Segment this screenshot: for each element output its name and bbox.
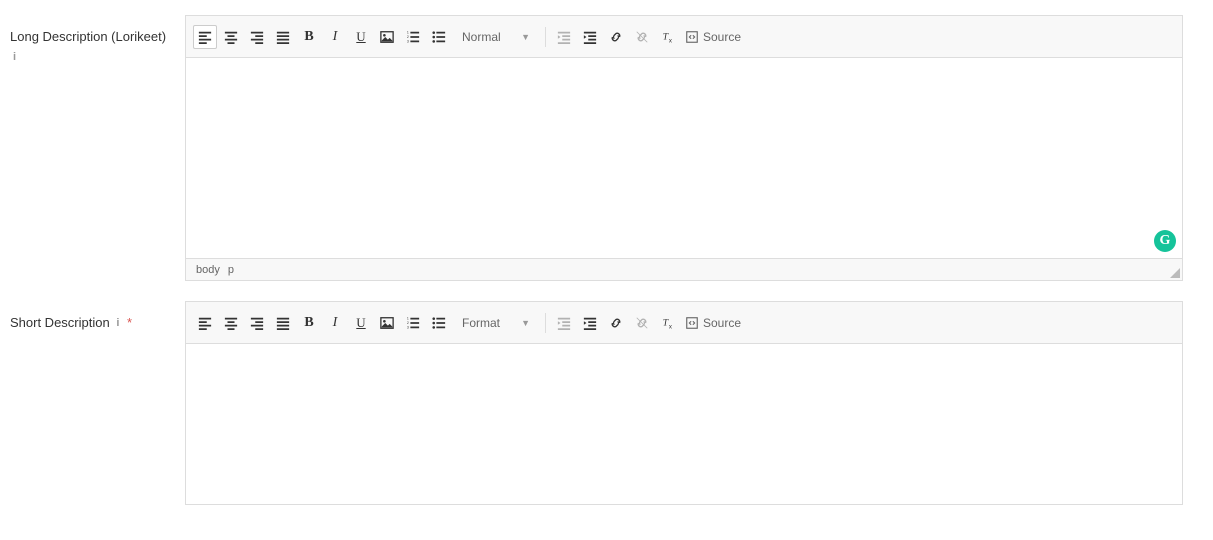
- indent-button[interactable]: [578, 311, 602, 335]
- numbered-list-button[interactable]: 123: [401, 311, 425, 335]
- editor-container: B I U 123 Format ▼ Tx Source: [185, 301, 1183, 505]
- align-justify-button[interactable]: [271, 311, 295, 335]
- source-label: Source: [703, 316, 741, 330]
- bullet-list-button[interactable]: [427, 25, 451, 49]
- remove-format-button[interactable]: Tx: [656, 311, 680, 335]
- chevron-down-icon: ▼: [521, 32, 530, 42]
- indent-button[interactable]: [578, 25, 602, 49]
- outdent-button[interactable]: [552, 25, 576, 49]
- element-path-bar: body p: [186, 258, 1182, 280]
- editor-box: B I U 123 Format ▼ Tx Source: [185, 301, 1183, 505]
- unlink-button[interactable]: [630, 25, 654, 49]
- align-justify-button[interactable]: [271, 25, 295, 49]
- italic-button[interactable]: I: [323, 25, 347, 49]
- underline-button[interactable]: U: [349, 311, 373, 335]
- bold-button[interactable]: B: [297, 25, 321, 49]
- format-label: Normal: [462, 30, 501, 44]
- bold-button[interactable]: B: [297, 311, 321, 335]
- toolbar-separator: [545, 27, 546, 47]
- editor-toolbar: B I U 123 Format ▼ Tx Source: [186, 302, 1182, 344]
- svg-text:T: T: [663, 31, 669, 42]
- field-label-wrap: Long Description (Lorikeet) i: [10, 15, 185, 281]
- image-button[interactable]: [375, 311, 399, 335]
- editor-toolbar: B I U 123 Normal ▼ Tx Source: [186, 16, 1182, 58]
- align-right-button[interactable]: [245, 25, 269, 49]
- source-icon: [685, 30, 699, 44]
- remove-format-button[interactable]: Tx: [656, 25, 680, 49]
- svg-text:x: x: [669, 323, 672, 330]
- format-label: Format: [462, 316, 500, 330]
- svg-text:2: 2: [407, 34, 409, 38]
- format-dropdown[interactable]: Format ▼: [456, 311, 536, 335]
- numbered-list-button[interactable]: 123: [401, 25, 425, 49]
- editor-box: B I U 123 Normal ▼ Tx Source: [185, 15, 1183, 281]
- svg-text:3: 3: [407, 39, 409, 43]
- link-button[interactable]: [604, 25, 628, 49]
- editor-content-area[interactable]: [186, 344, 1182, 504]
- align-right-button[interactable]: [245, 311, 269, 335]
- field-label: Long Description (Lorikeet): [10, 29, 166, 44]
- source-button[interactable]: Source: [681, 25, 745, 49]
- path-segment[interactable]: p: [228, 264, 234, 276]
- image-button[interactable]: [375, 25, 399, 49]
- format-dropdown[interactable]: Normal ▼: [456, 25, 536, 49]
- field-long-description: Long Description (Lorikeet) i B I U 123 …: [10, 15, 1203, 281]
- source-label: Source: [703, 30, 741, 44]
- align-center-button[interactable]: [219, 25, 243, 49]
- link-button[interactable]: [604, 311, 628, 335]
- align-left-button[interactable]: [193, 311, 217, 335]
- italic-button[interactable]: I: [323, 311, 347, 335]
- bullet-list-button[interactable]: [427, 311, 451, 335]
- svg-text:1: 1: [407, 316, 409, 320]
- chevron-down-icon: ▼: [521, 318, 530, 328]
- unlink-button[interactable]: [630, 311, 654, 335]
- editor-content-area[interactable]: G: [186, 58, 1182, 258]
- info-icon[interactable]: i: [116, 315, 119, 332]
- required-indicator: *: [127, 315, 132, 330]
- outdent-button[interactable]: [552, 311, 576, 335]
- svg-text:2: 2: [407, 320, 409, 324]
- svg-text:T: T: [663, 317, 669, 328]
- source-icon: [685, 316, 699, 330]
- resize-handle[interactable]: [1170, 268, 1180, 278]
- grammarly-icon[interactable]: G: [1154, 230, 1176, 252]
- svg-text:3: 3: [407, 325, 409, 329]
- info-icon[interactable]: i: [13, 49, 16, 66]
- toolbar-separator: [545, 313, 546, 333]
- field-label: Short Description: [10, 315, 110, 330]
- source-button[interactable]: Source: [681, 311, 745, 335]
- editor-container: B I U 123 Normal ▼ Tx Source: [185, 15, 1183, 281]
- field-short-description: Short Description i * B I U 123 Format ▼: [10, 301, 1203, 505]
- path-segment[interactable]: body: [196, 264, 220, 276]
- svg-text:1: 1: [407, 30, 409, 34]
- align-center-button[interactable]: [219, 311, 243, 335]
- underline-button[interactable]: U: [349, 25, 373, 49]
- svg-text:x: x: [669, 37, 672, 44]
- align-left-button[interactable]: [193, 25, 217, 49]
- field-label-wrap: Short Description i *: [10, 301, 185, 505]
